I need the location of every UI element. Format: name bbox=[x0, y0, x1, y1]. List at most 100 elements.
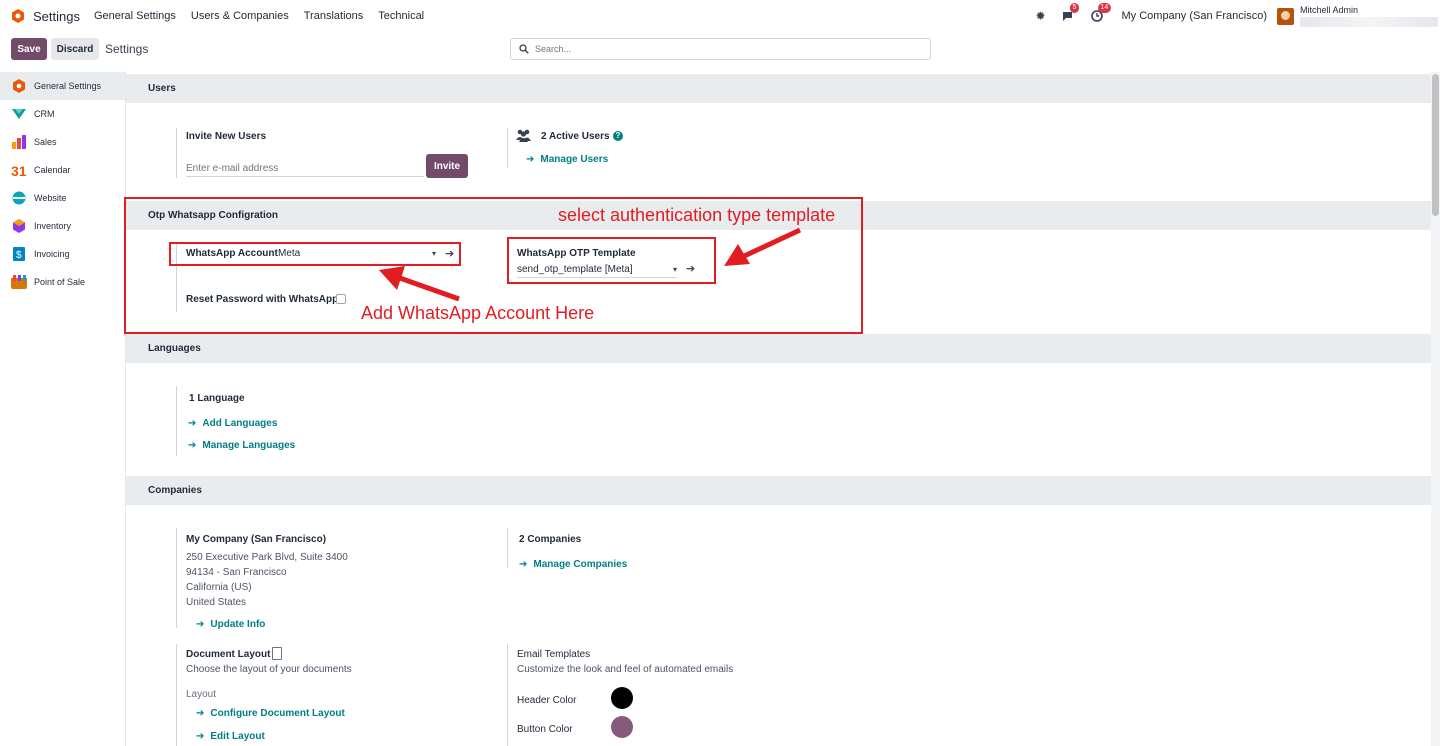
settings-app-icon[interactable] bbox=[11, 9, 25, 23]
divider bbox=[176, 528, 177, 628]
search-input[interactable] bbox=[535, 44, 915, 54]
menu-translations[interactable]: Translations bbox=[304, 10, 364, 22]
manage-languages-label: Manage Languages bbox=[202, 440, 296, 451]
annotation-arrow-icon bbox=[724, 227, 802, 266]
divider bbox=[507, 528, 508, 568]
save-button[interactable]: Save bbox=[11, 38, 47, 60]
layout-label: Layout bbox=[186, 689, 217, 700]
divider bbox=[176, 128, 177, 178]
website-icon bbox=[12, 191, 26, 205]
user-name: Mitchell Admin bbox=[1300, 5, 1359, 15]
section-users-title: Users bbox=[126, 74, 1431, 103]
sidebar-item-label: Sales bbox=[34, 137, 57, 147]
sidebar-item-general-settings[interactable]: General Settings bbox=[0, 72, 125, 100]
activity-badge: 14 bbox=[1097, 3, 1112, 13]
invite-button[interactable]: Invite bbox=[426, 154, 468, 178]
sidebar-item-label: Calendar bbox=[34, 165, 71, 175]
svg-text:31: 31 bbox=[11, 163, 27, 177]
sidebar-item-label: CRM bbox=[34, 109, 55, 119]
help-icon[interactable]: ? bbox=[613, 131, 623, 141]
users-group-icon bbox=[516, 129, 531, 142]
button-color-swatch[interactable] bbox=[611, 716, 633, 738]
edit-layout-label: Edit Layout bbox=[210, 731, 265, 742]
menu-technical[interactable]: Technical bbox=[378, 10, 424, 22]
invite-email-input[interactable] bbox=[186, 161, 424, 177]
arrow-right-icon: ➔ bbox=[196, 731, 205, 742]
menu-users-companies[interactable]: Users & Companies bbox=[191, 10, 289, 22]
sidebar-item-calendar[interactable]: 31 Calendar bbox=[0, 156, 125, 184]
inventory-icon bbox=[13, 219, 25, 233]
sidebar-item-inventory[interactable]: Inventory bbox=[0, 212, 125, 240]
language-count: 1 Language bbox=[189, 393, 245, 404]
menu-general-settings[interactable]: General Settings bbox=[94, 10, 176, 22]
invoicing-icon: $ bbox=[13, 247, 25, 261]
sidebar-item-label: Invoicing bbox=[34, 249, 70, 259]
breadcrumb: Settings bbox=[105, 42, 149, 56]
search-icon bbox=[519, 44, 529, 54]
search-box[interactable] bbox=[510, 38, 931, 60]
add-languages-link[interactable]: ➔ Add Languages bbox=[188, 418, 277, 429]
messages-icon[interactable]: 5 bbox=[1062, 3, 1080, 23]
company-name: My Company (San Francisco) bbox=[186, 534, 327, 545]
document-layout-description: Choose the layout of your documents bbox=[186, 664, 352, 675]
company-switcher[interactable]: My Company (San Francisco) bbox=[1122, 10, 1268, 22]
sales-icon bbox=[12, 135, 26, 149]
company-address-line: California (US) bbox=[186, 582, 252, 593]
avatar[interactable] bbox=[1277, 7, 1294, 25]
manage-users-label: Manage Users bbox=[540, 154, 609, 165]
discard-button[interactable]: Discard bbox=[51, 38, 99, 60]
arrow-right-icon: ➔ bbox=[196, 619, 205, 630]
section-languages-title: Languages bbox=[126, 334, 1431, 363]
sidebar-item-point-of-sale[interactable]: Point of Sale bbox=[0, 268, 125, 296]
edit-layout-link[interactable]: ➔ Edit Layout bbox=[196, 731, 265, 742]
scrollbar-thumb[interactable] bbox=[1432, 74, 1439, 216]
company-address-line: 250 Executive Park Blvd, Suite 3400 bbox=[186, 552, 348, 563]
general-settings-icon bbox=[13, 79, 25, 93]
calendar-icon: 31 bbox=[11, 163, 27, 177]
sidebar-item-label: Inventory bbox=[34, 221, 72, 231]
top-navbar: Settings General Settings Users & Compan… bbox=[0, 0, 1440, 32]
company-address-line: United States bbox=[186, 597, 247, 608]
settings-sidebar: General Settings CRM Sales 31 Calendar W… bbox=[0, 72, 126, 746]
update-info-link[interactable]: ➔ Update Info bbox=[196, 619, 265, 630]
sidebar-item-website[interactable]: Website bbox=[0, 184, 125, 212]
annotation-account-note: Add WhatsApp Account Here bbox=[361, 303, 595, 323]
configure-document-layout-link[interactable]: ➔ Configure Document Layout bbox=[196, 708, 345, 719]
point-of-sale-icon bbox=[11, 275, 27, 289]
sidebar-item-invoicing[interactable]: $ Invoicing bbox=[0, 240, 125, 268]
activity-clock-icon[interactable]: 14 bbox=[1090, 3, 1112, 23]
annotation-template-note: select authentication type template bbox=[558, 205, 836, 225]
divider bbox=[507, 128, 508, 168]
manage-companies-link[interactable]: ➔ Manage Companies bbox=[519, 559, 627, 570]
arrow-right-icon: ➔ bbox=[519, 559, 528, 570]
app-name[interactable]: Settings bbox=[33, 9, 80, 24]
blurred-user-info bbox=[1300, 17, 1438, 27]
update-info-label: Update Info bbox=[210, 619, 266, 630]
annotation-box-whatsapp-account bbox=[169, 242, 461, 266]
manage-languages-link[interactable]: ➔ Manage Languages bbox=[188, 440, 295, 451]
annotation-box-otp-template bbox=[507, 237, 716, 284]
header-color-label: Header Color bbox=[517, 695, 577, 706]
user-menu[interactable]: Mitchell Admin bbox=[1300, 2, 1440, 30]
document-layout-label: Document Layout bbox=[186, 649, 271, 660]
crm-icon bbox=[12, 109, 26, 119]
sidebar-item-sales[interactable]: Sales bbox=[0, 128, 125, 156]
divider bbox=[507, 644, 508, 746]
header-color-swatch[interactable] bbox=[611, 687, 633, 709]
document-layout-preview-icon[interactable] bbox=[272, 647, 282, 660]
sidebar-item-label: Website bbox=[34, 193, 67, 203]
manage-companies-label: Manage Companies bbox=[533, 559, 628, 570]
settings-main: Users Invite New Users Invite 2 Active U… bbox=[126, 72, 1431, 746]
sidebar-item-crm[interactable]: CRM bbox=[0, 100, 125, 128]
bug-icon[interactable]: ✹ bbox=[1034, 9, 1048, 23]
add-languages-label: Add Languages bbox=[202, 418, 278, 429]
divider bbox=[176, 386, 177, 456]
annotation-arrow-icon bbox=[379, 266, 460, 302]
configure-document-layout-label: Configure Document Layout bbox=[210, 708, 345, 719]
arrow-right-icon: ➔ bbox=[188, 440, 197, 451]
email-templates-description: Customize the look and feel of automated… bbox=[517, 664, 734, 675]
manage-users-link[interactable]: ➔ Manage Users bbox=[526, 154, 608, 165]
sidebar-item-label: Point of Sale bbox=[34, 277, 86, 287]
email-templates-label: Email Templates bbox=[517, 649, 591, 660]
arrow-right-icon: ➔ bbox=[188, 418, 197, 429]
